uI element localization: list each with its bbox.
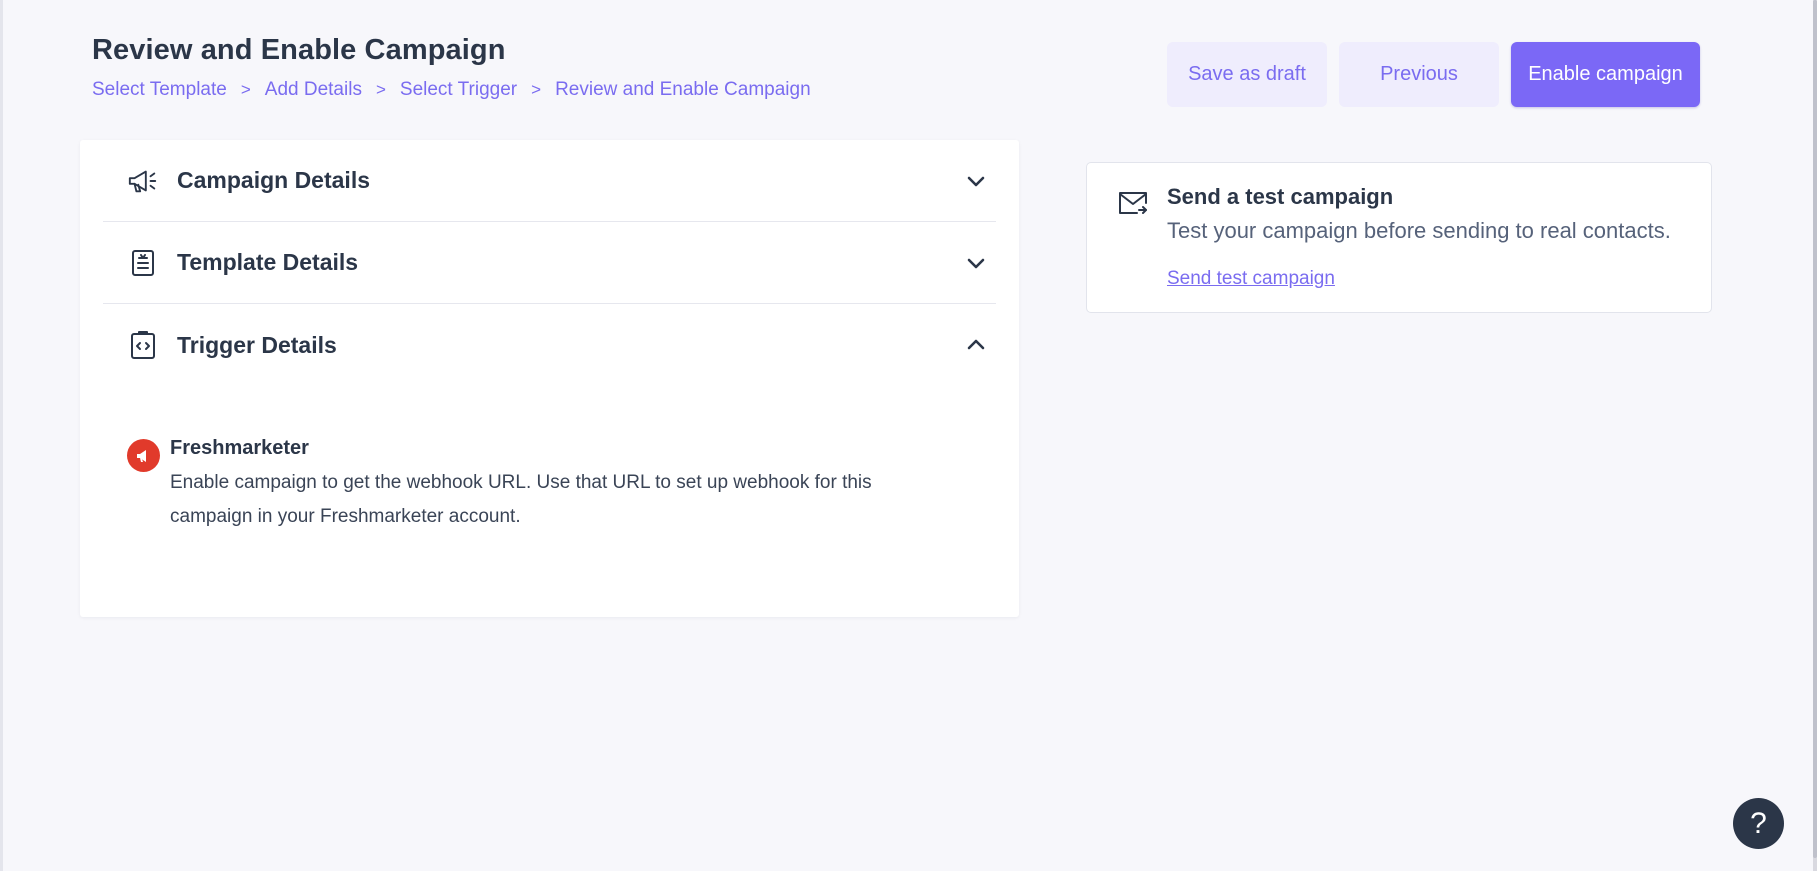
breadcrumb-select-template[interactable]: Select Template (92, 79, 227, 101)
accordion-template-details[interactable]: Template Details (103, 222, 996, 304)
freshmarketer-logo-icon (127, 439, 160, 472)
test-campaign-description: Test your campaign before sending to rea… (1167, 218, 1671, 243)
chevron-up-icon[interactable] (962, 331, 990, 359)
mail-send-icon (1117, 189, 1149, 217)
accordion-title: Trigger Details (177, 331, 337, 358)
header-actions: Save as draft Previous Enable campaign (1167, 42, 1700, 107)
review-details-card: Campaign Details Template Details Trigge… (80, 140, 1019, 617)
scrollbar[interactable] (1813, 0, 1817, 871)
trigger-name: Freshmarketer (170, 437, 309, 459)
document-icon (127, 247, 159, 279)
accordion-trigger-details[interactable]: Trigger Details (103, 304, 996, 386)
test-campaign-card: Send a test campaign Test your campaign … (1086, 162, 1712, 313)
accordion-campaign-details[interactable]: Campaign Details (103, 140, 996, 222)
accordion-title: Campaign Details (177, 167, 370, 193)
test-campaign-title: Send a test campaign (1167, 184, 1394, 209)
page: Review and Enable Campaign Select Templa… (0, 0, 1817, 871)
help-button[interactable]: ? (1733, 798, 1784, 849)
previous-button[interactable]: Previous (1339, 42, 1499, 107)
page-title: Review and Enable Campaign (92, 34, 506, 66)
trigger-text: Freshmarketer Enable campaign to get the… (170, 437, 910, 534)
breadcrumb-separator: > (240, 80, 251, 99)
left-border (0, 0, 3, 871)
breadcrumb: Select Template > Add Details > Select T… (92, 79, 811, 101)
breadcrumb-select-trigger[interactable]: Select Trigger (400, 79, 517, 101)
chevron-down-icon[interactable] (962, 167, 990, 195)
save-as-draft-button[interactable]: Save as draft (1167, 42, 1327, 107)
enable-campaign-button[interactable]: Enable campaign (1511, 42, 1700, 107)
send-test-campaign-link[interactable]: Send test campaign (1167, 268, 1335, 290)
scrollbar-thumb[interactable] (1813, 0, 1817, 858)
trigger-details-content: Freshmarketer Enable campaign to get the… (127, 437, 907, 534)
page-header: Review and Enable Campaign Select Templa… (92, 34, 811, 101)
code-clipboard-icon (127, 329, 159, 361)
breadcrumb-separator: > (531, 80, 542, 99)
accordion-title: Template Details (177, 249, 359, 275)
chevron-down-icon[interactable] (962, 249, 990, 277)
trigger-description: Enable campaign to get the webhook URL. … (170, 472, 872, 527)
megaphone-icon (127, 165, 159, 197)
breadcrumb-separator: > (375, 80, 386, 99)
breadcrumb-review-enable[interactable]: Review and Enable Campaign (555, 79, 811, 101)
breadcrumb-add-details[interactable]: Add Details (265, 79, 362, 101)
